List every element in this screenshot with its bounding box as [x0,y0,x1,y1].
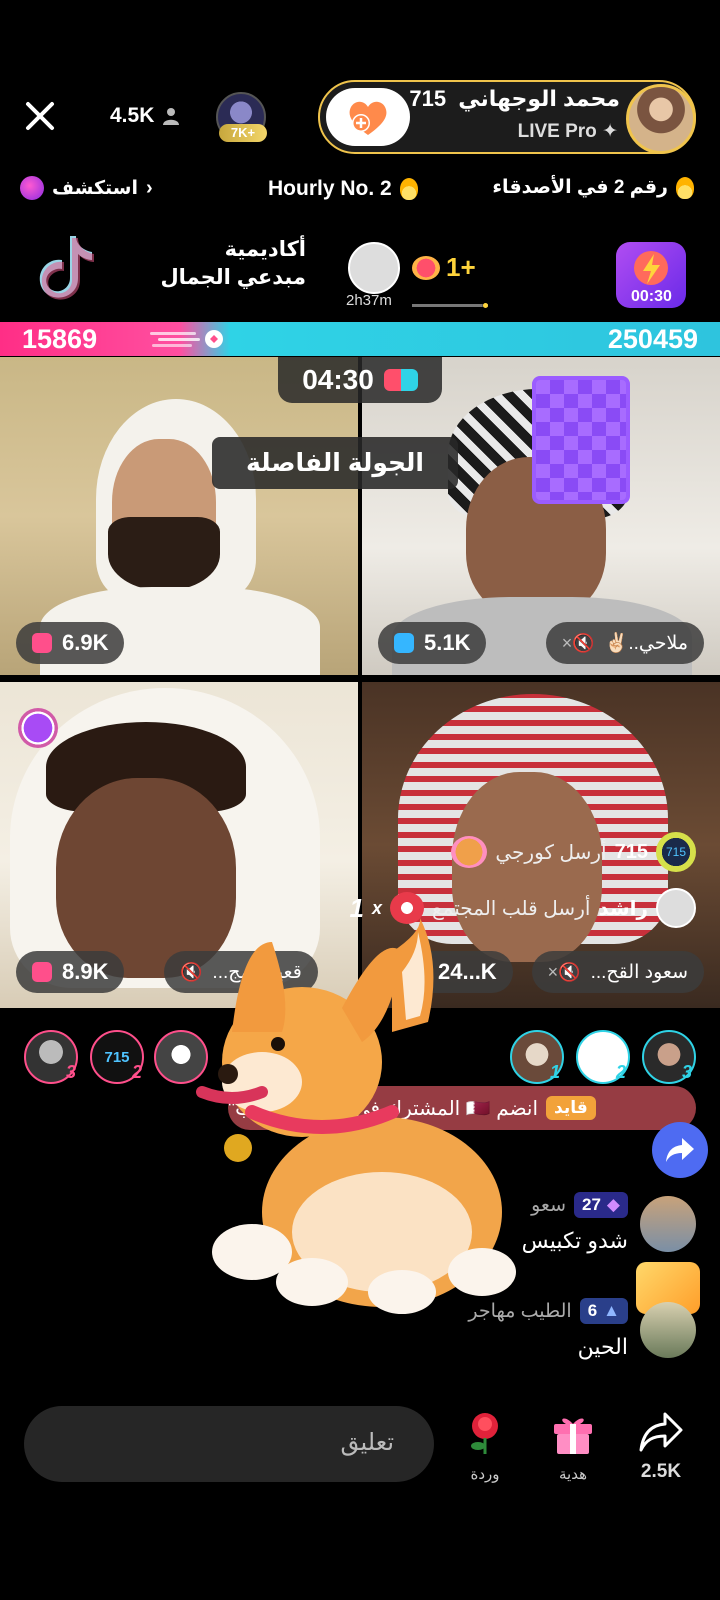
hourly-rank[interactable]: Hourly No. 2 [268,177,418,201]
score-right: 250459 [607,324,698,354]
chat-message-2: الحين [577,1334,628,1359]
score-left: 15869 [22,324,98,354]
tile-2-name[interactable]: ملاحي..✌🏻 🔇× [545,622,704,664]
music-heart-icon [412,255,440,280]
gifter-avatar[interactable]: 715 [656,832,696,872]
corgi-gift-animation [196,918,516,1314]
rose-label: وردة [470,1466,500,1483]
plus-one-indicator[interactable]: 1+ [412,252,476,283]
right-gifter-3-rank: 3 [681,1062,692,1082]
left-gifter-2-rank: 2 [132,1062,143,1082]
explore-link[interactable]: ‹ استكشف [20,176,153,200]
battle-icon [383,369,418,391]
tile-2-name-text: ملاحي..✌🏻 [604,633,688,654]
plus-one-value: 1+ [446,252,476,282]
tile-3-score[interactable]: 8.9K [16,951,125,993]
gift-button[interactable]: هدية [538,1410,608,1483]
tile-1-score-value: 6.9K [62,630,109,655]
friends-rank[interactable]: رقم 2 في الأصدقاء [492,176,694,199]
flame-icon [676,176,694,199]
right-gifter-1-rank: 1 [549,1062,560,1082]
chat-user-1: سعو [531,1194,566,1216]
host-name-text: محمد الوجهاني [458,86,620,111]
left-gifter-2-label: 715 [104,1048,130,1066]
host-level: 715 [409,86,447,111]
streak-icon [150,330,223,348]
comment-placeholder: تعليق [340,1429,394,1456]
chat-avatar-1[interactable] [640,1196,696,1252]
share-icon [639,1412,683,1452]
chevron-left-icon: ‹ [145,176,153,199]
gift-box-icon [554,1418,592,1454]
rose-button[interactable]: وردة [450,1410,520,1483]
chat-avatar-2[interactable] [640,1302,696,1358]
gifter-level: 715 [665,845,687,859]
host-avatar[interactable] [626,84,696,154]
chat-badge-1: ◆ 27 [574,1192,628,1218]
session-progress [412,303,488,308]
gifter-name: 715 [614,840,648,863]
right-gifter-2-rank: 2 [615,1062,626,1082]
host-subtitle: LIVE Pro ✦ [517,121,618,142]
session-avatar[interactable] [348,242,400,294]
left-gifter-1-rank: 3 [66,1062,77,1082]
share-arrow-icon [666,1138,694,1162]
tile-3-boost-badge [18,708,58,748]
chat-badge-2-value: 6 [587,1301,598,1320]
session-progress-dot [483,303,488,308]
gift-text: أرسل كورجي [495,841,607,864]
follow-button[interactable] [326,88,410,146]
diamond-icon: ◆ [606,1195,620,1214]
flame-icon [399,178,418,200]
join-tag: قايد [546,1096,596,1120]
session-duration: 2h37m [346,292,392,309]
gift-label: هدية [558,1466,587,1483]
battle-timer: 04:30 [278,357,442,403]
battle-timer-value: 04:30 [302,364,374,395]
tile-3-score-value: 8.9K [62,959,109,984]
gifter-avatar[interactable] [656,888,696,928]
gift-message-1: 715 715 أرسل كورجي [451,830,696,874]
person-icon [163,108,180,125]
planet-icon [20,176,44,200]
chat-badge-2: ▲ 6 [579,1298,628,1324]
viewer-count-value: 4.5K [110,104,155,127]
tile-2-score[interactable]: 5.1K [378,622,487,664]
tiktok-logo-icon[interactable] [36,232,96,302]
share-button[interactable]: 2.5K [626,1410,696,1483]
tile-1-score[interactable]: 6.9K [16,622,125,664]
friends-rank-label: رقم 2 في الأصدقاء [492,177,668,198]
close-button[interactable] [20,96,60,136]
tile-4-name[interactable]: سعود القح... 🔇× [531,951,704,993]
explore-label: استكشف [52,177,138,199]
share-count: 2.5K [640,1461,682,1482]
tile-2-score-value: 5.1K [424,630,471,655]
score-icon [32,633,52,653]
score-icon [394,633,414,653]
hourly-label: Hourly No. 2 [268,177,392,200]
tile-4-name-text: سعود القح... [590,961,688,983]
corgi-gift-icon [451,836,488,868]
round-title: الجولة الفاصلة [212,437,458,489]
heart-plus-icon [349,101,387,135]
rose-icon [471,1413,498,1454]
mystery-card[interactable] [532,376,630,504]
share-shortcut-button[interactable] [652,1122,708,1178]
guest-beard [108,517,220,591]
chat-line-1: ◆ 27 سعو [531,1192,628,1218]
triangle-icon: ▲ [603,1301,620,1320]
host-name: محمد الوجهاني 715 [409,86,620,112]
boost-timer: 00:30 [631,288,672,305]
close-icon [26,102,54,130]
gifter-name: راشد [598,897,648,920]
academy-title[interactable]: أكاديمية مبدعي الجمال [150,236,306,292]
muted-icon: 🔇× [547,961,581,982]
chat-badge-1-value: 27 [582,1195,601,1214]
top-viewer-badge: 7K+ [219,124,267,142]
score-icon [32,962,52,982]
chat-message-1: شدو تكبيس [521,1228,628,1253]
muted-icon: 🔇× [561,632,595,653]
session-progress-fill [412,304,482,307]
viewer-count[interactable]: 4.5K [110,104,180,128]
